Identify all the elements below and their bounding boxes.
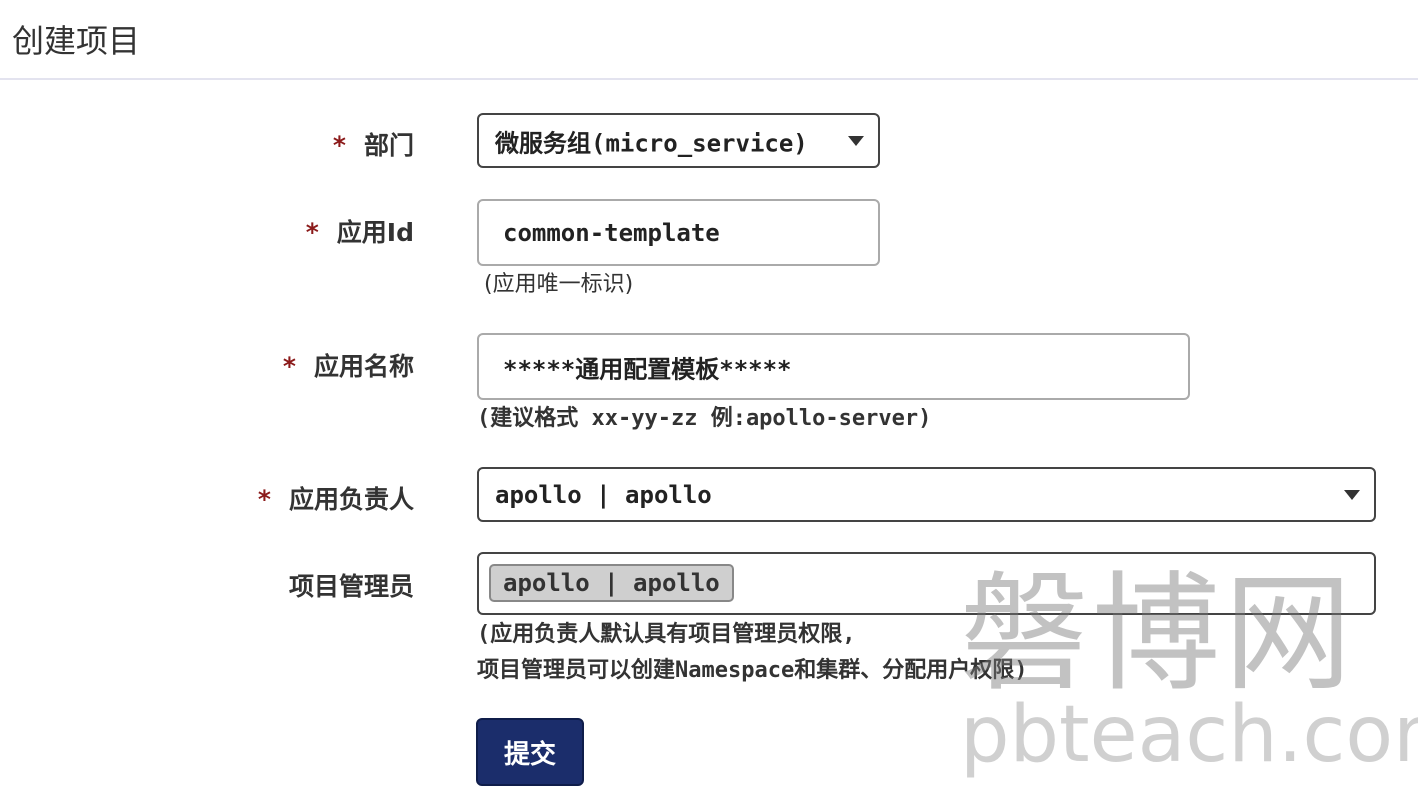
chevron-down-icon: [1344, 489, 1360, 500]
required-mark: *: [257, 485, 271, 514]
app-id-input-value: common-template: [503, 218, 720, 247]
admins-multiselect[interactable]: apollo | apollo: [477, 552, 1376, 615]
app-name-hint: (建议格式 xx-yy-zz 例:apollo-server): [477, 406, 932, 431]
watermark-en: pbteach.com: [960, 690, 1418, 780]
app-id-hint: (应用唯一标识): [484, 272, 634, 297]
submit-button[interactable]: 提交: [476, 718, 584, 786]
required-mark: *: [305, 218, 319, 247]
app-id-input[interactable]: common-template: [477, 199, 880, 266]
owner-label: * 应用负责人: [257, 485, 414, 514]
app-name-input-value: *****通用配置模板*****: [503, 355, 792, 383]
app-id-label: * 应用Id: [305, 218, 414, 247]
admins-hint-line2: 项目管理员可以创建Namespace和集群、分配用户权限): [477, 658, 1028, 683]
department-select[interactable]: 微服务组(micro_service): [477, 113, 880, 168]
owner-select-value: apollo | apollo: [495, 480, 712, 509]
admins-label: 项目管理员: [288, 572, 414, 601]
app-name-label: * 应用名称: [282, 352, 414, 381]
chevron-down-icon: [848, 135, 864, 146]
app-name-input[interactable]: *****通用配置模板*****: [477, 333, 1190, 400]
page-header: 创建项目: [0, 0, 1418, 80]
owner-select[interactable]: apollo | apollo: [477, 467, 1376, 522]
department-label: * 部门: [332, 131, 414, 160]
admin-tag[interactable]: apollo | apollo: [489, 564, 734, 602]
page-title: 创建项目: [12, 22, 141, 60]
required-mark: *: [282, 352, 296, 381]
department-select-value: 微服务组(micro_service): [495, 129, 808, 157]
admins-hint-line1: (应用负责人默认具有项目管理员权限,: [477, 622, 856, 647]
required-mark: *: [332, 131, 346, 160]
